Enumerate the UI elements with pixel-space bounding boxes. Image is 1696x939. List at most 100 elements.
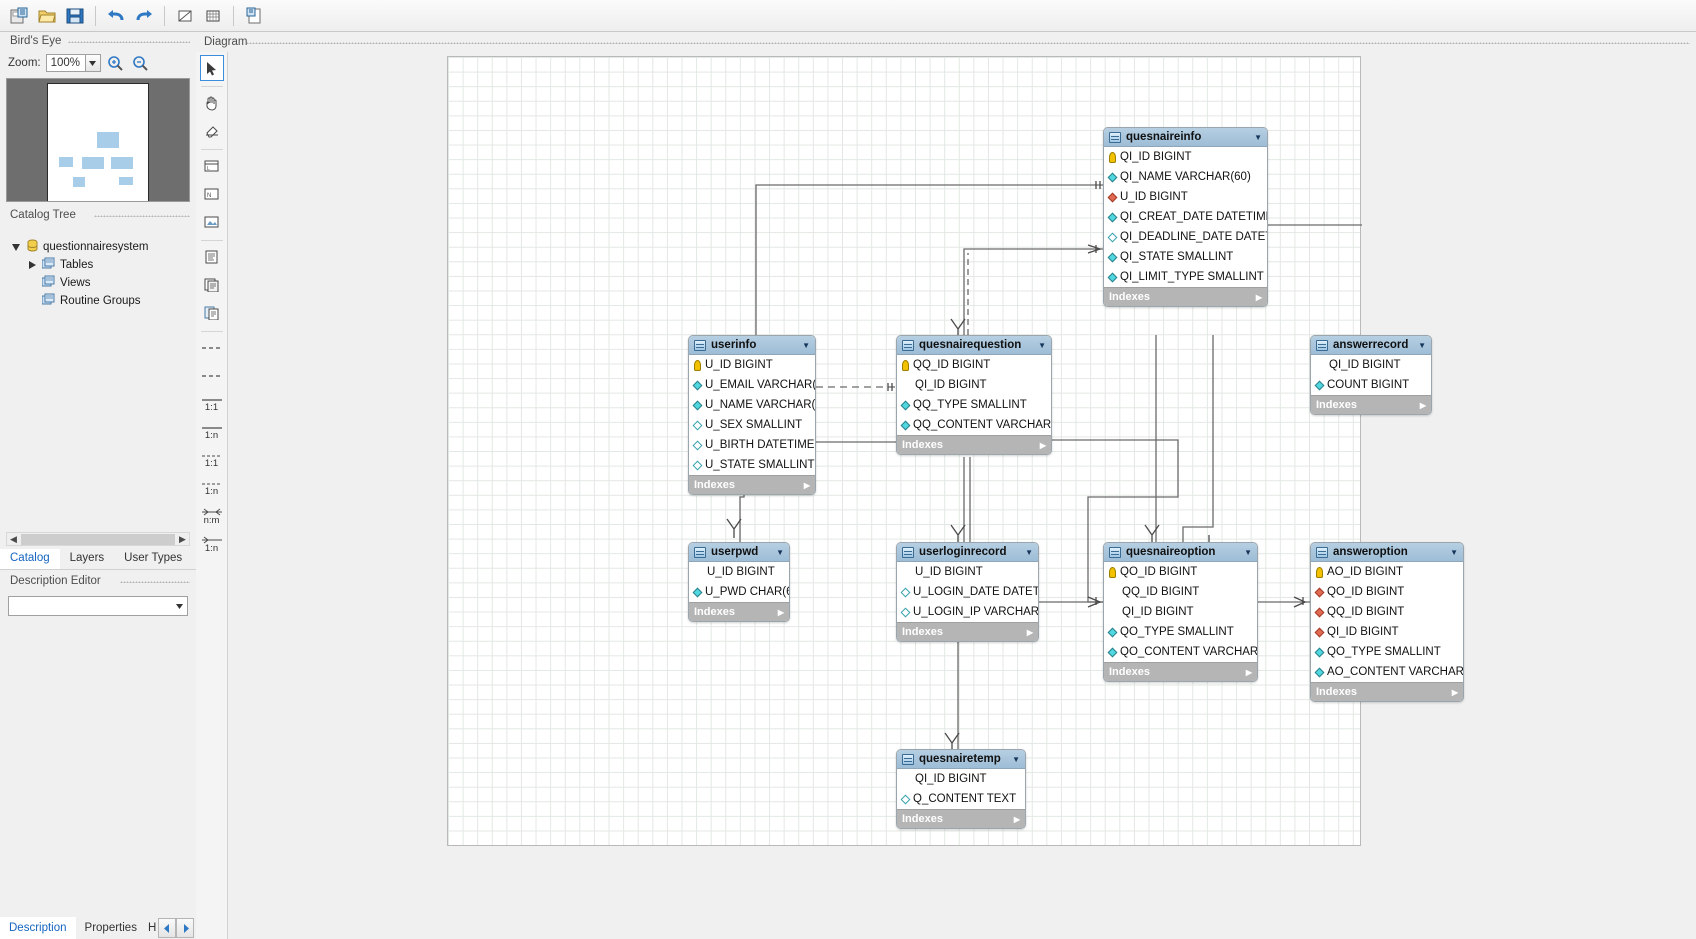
er-column[interactable]: U_EMAIL VARCHAR(50) [689, 375, 815, 395]
chevron-right-icon[interactable]: ▶ [778, 608, 784, 617]
er-column[interactable]: QO_CONTENT VARCHAR(140) [1104, 642, 1257, 662]
chevron-down-icon[interactable]: ▼ [1244, 548, 1252, 557]
tab-scroll-right-button[interactable] [176, 918, 195, 938]
er-column[interactable]: QQ_ID BIGINT [897, 355, 1051, 375]
er-column[interactable]: QO_ID BIGINT [1104, 562, 1257, 582]
chevron-down-icon[interactable]: ▼ [1254, 133, 1262, 142]
er-column[interactable]: U_STATE SMALLINT [689, 455, 815, 475]
er-table-header[interactable]: answerrecord ▼ [1311, 336, 1431, 355]
er-table-indexes-footer[interactable]: Indexes ▶ [1104, 287, 1267, 306]
chevron-down-icon[interactable]: ▼ [1450, 548, 1458, 557]
er-table-header[interactable]: quesnairequestion ▼ [897, 336, 1051, 355]
er-table-header[interactable]: quesnairetemp ▼ [897, 750, 1025, 769]
birds-eye-view[interactable] [6, 78, 190, 202]
chevron-down-icon[interactable]: ▼ [1038, 341, 1046, 350]
er-column[interactable]: Q_CONTENT TEXT [897, 789, 1025, 809]
description-editor-combo[interactable] [8, 596, 188, 616]
er-column[interactable]: U_ID BIGINT [1104, 187, 1267, 207]
chevron-down-icon[interactable] [171, 601, 187, 611]
chevron-down-icon[interactable]: ▼ [1012, 755, 1020, 764]
eraser-tool[interactable] [200, 118, 224, 144]
er-table-header[interactable]: userinfo ▼ [689, 336, 815, 355]
er-table-indexes-footer[interactable]: Indexes ▶ [897, 435, 1051, 454]
er-table-header[interactable]: userpwd ▼ [689, 543, 789, 562]
scroll-right-arrow-icon[interactable]: ▶ [176, 534, 189, 545]
er-column[interactable]: QI_STATE SMALLINT [1104, 247, 1267, 267]
scroll-left-arrow-icon[interactable]: ◀ [7, 534, 20, 545]
new-view-tool[interactable]: N [200, 181, 224, 207]
redo-button[interactable] [131, 3, 157, 29]
er-column[interactable]: U_PWD CHAR(64) [689, 582, 789, 602]
chevron-right-icon[interactable]: ▶ [1246, 668, 1252, 677]
er-column[interactable]: QI_ID BIGINT [1311, 622, 1463, 642]
er-column[interactable]: U_ID BIGINT [689, 355, 815, 375]
er-table-indexes-footer[interactable]: Indexes ▶ [897, 809, 1025, 828]
er-column[interactable]: U_NAME VARCHAR(20) [689, 395, 815, 415]
chevron-down-icon[interactable]: ▼ [802, 341, 810, 350]
relation-1-n-identifying-tool[interactable]: 1:n [200, 419, 224, 445]
er-table-quesnairetemp[interactable]: quesnairetemp ▼ QI_ID BIGINT Q_CONTENT TEXT… [896, 749, 1026, 829]
er-table-indexes-footer[interactable]: Indexes ▶ [1311, 395, 1431, 414]
er-column[interactable]: QI_ID BIGINT [1104, 147, 1267, 167]
er-column[interactable]: AO_ID BIGINT [1311, 562, 1463, 582]
er-column[interactable]: U_ID BIGINT [897, 562, 1038, 582]
er-table-header[interactable]: answeroption ▼ [1311, 543, 1463, 562]
new-table-tool[interactable]: L [200, 153, 224, 179]
er-column[interactable]: QO_TYPE SMALLINT [1311, 642, 1463, 662]
zoom-in-button[interactable] [106, 53, 126, 73]
tab-description[interactable]: Description [0, 917, 76, 939]
er-table-header[interactable]: userloginrecord ▼ [897, 543, 1038, 562]
diagram-canvas[interactable]: quesnaireinfo ▼ QI_ID BIGINT QI_NAME VARCHA… [447, 56, 1464, 846]
tab-layers[interactable]: Layers [60, 549, 115, 569]
relation-place-tool[interactable]: 1:n [200, 531, 224, 557]
save-model-button[interactable] [62, 3, 88, 29]
relation-1-1-identifying-tool[interactable]: 1:1 [200, 391, 224, 417]
chevron-right-icon[interactable]: ▶ [1014, 815, 1020, 824]
tree-item-root[interactable]: questionnairesystem [10, 238, 196, 256]
er-column[interactable]: QQ_ID BIGINT [1311, 602, 1463, 622]
er-column[interactable]: QI_NAME VARCHAR(60) [1104, 167, 1267, 187]
er-table-quesnaireoption[interactable]: quesnaireoption ▼ QO_ID BIGINT QQ_ID BIGINT… [1103, 542, 1258, 682]
er-table-indexes-footer[interactable]: Indexes ▶ [689, 602, 789, 621]
chevron-down-icon[interactable]: ▼ [1025, 548, 1033, 557]
er-column[interactable]: QQ_ID BIGINT [1104, 582, 1257, 602]
chevron-right-icon[interactable]: ▶ [1420, 401, 1426, 410]
er-column[interactable]: QI_ID BIGINT [1104, 602, 1257, 622]
chevron-right-icon[interactable]: ▶ [1452, 688, 1458, 697]
er-column[interactable]: U_ID BIGINT [689, 562, 789, 582]
zoom-out-button[interactable] [131, 53, 151, 73]
new-diagram-button[interactable] [241, 3, 267, 29]
er-table-userloginrecord[interactable]: userloginrecord ▼ U_ID BIGINT U_LOGIN_DATE … [896, 542, 1039, 642]
tree-item-tables[interactable]: Tables [10, 256, 196, 274]
tab-user-types[interactable]: User Types [114, 549, 192, 569]
relation-1-n-non-identifying-tool[interactable]: 1:n [200, 475, 224, 501]
er-column[interactable]: QI_CREAT_DATE DATETIME [1104, 207, 1267, 227]
er-column[interactable]: U_SEX SMALLINT [689, 415, 815, 435]
er-column[interactable]: COUNT BIGINT [1311, 375, 1431, 395]
chevron-down-icon[interactable]: ▼ [1418, 341, 1426, 350]
chevron-right-icon[interactable]: ▶ [1256, 293, 1262, 302]
er-table-userpwd[interactable]: userpwd ▼U_ID BIGINT U_PWD CHAR(64) Indexes… [688, 542, 790, 622]
er-column[interactable]: QQ_CONTENT VARCHAR(140) [897, 415, 1051, 435]
er-column[interactable]: QI_ID BIGINT [897, 769, 1025, 789]
zoom-dropdown-button[interactable] [85, 54, 101, 72]
new-script-tool[interactable] [200, 300, 224, 326]
er-table-header[interactable]: quesnaireoption ▼ [1104, 543, 1257, 562]
tab-catalog[interactable]: Catalog [0, 549, 60, 569]
new-model-button[interactable] [6, 3, 32, 29]
er-table-quesnaireinfo[interactable]: quesnaireinfo ▼ QI_ID BIGINT QI_NAME VARCHA… [1103, 127, 1268, 307]
er-column[interactable]: QQ_TYPE SMALLINT [897, 395, 1051, 415]
toggle-grid-button[interactable] [200, 3, 226, 29]
tab-properties[interactable]: Properties [76, 917, 146, 939]
er-column[interactable]: U_LOGIN_DATE DATETIME [897, 582, 1038, 602]
select-tool[interactable] [199, 55, 224, 81]
chevron-right-icon[interactable]: ▶ [1040, 441, 1046, 450]
zoom-input[interactable]: 100% [45, 54, 86, 72]
er-column[interactable]: QI_ID BIGINT [897, 375, 1051, 395]
tree-item-routine-groups[interactable]: Routine Groups [10, 292, 196, 310]
er-column[interactable]: QI_ID BIGINT [1311, 355, 1431, 375]
new-routine-group-tool[interactable] [200, 272, 224, 298]
er-table-header[interactable]: quesnaireinfo ▼ [1104, 128, 1267, 147]
new-routine-tool[interactable] [200, 244, 224, 270]
open-model-button[interactable] [34, 3, 60, 29]
